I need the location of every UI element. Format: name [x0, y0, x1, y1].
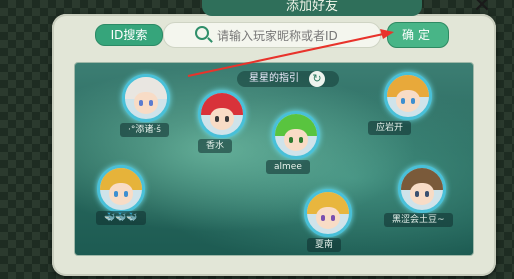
annotation-arrow: [187, 29, 394, 77]
